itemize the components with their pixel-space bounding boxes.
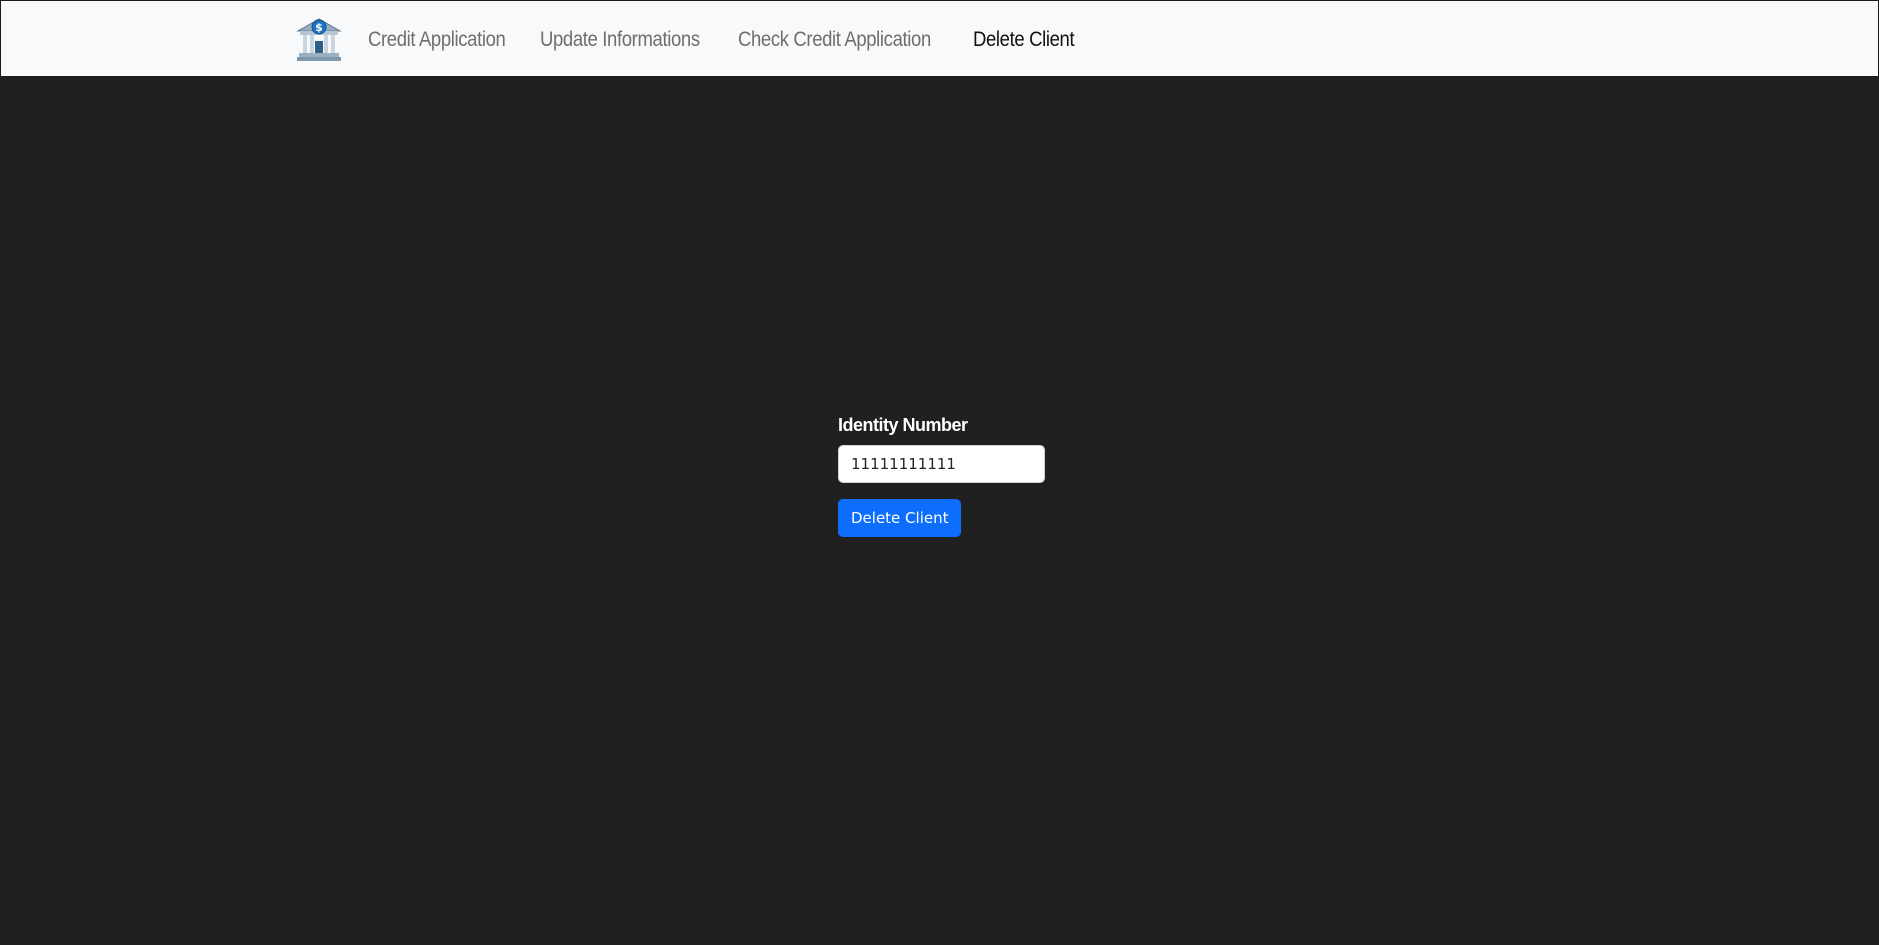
nav-link-credit-application[interactable]: Credit Application: [368, 28, 506, 52]
nav-link-delete-client[interactable]: Delete Client: [973, 28, 1075, 52]
nav-link-update-informations[interactable]: Update Informations: [540, 28, 700, 52]
bank-logo-icon[interactable]: $: [295, 16, 343, 64]
nav-links: Credit Application Update Informations C…: [368, 1, 1104, 78]
delete-client-form: Identity Number Delete Client: [838, 413, 1045, 537]
delete-client-button[interactable]: Delete Client: [838, 499, 962, 537]
svg-text:$: $: [315, 21, 323, 34]
identity-number-label: Identity Number: [838, 415, 968, 435]
top-navbar: $ Credit Application Update Informations…: [0, 0, 1879, 77]
nav-link-check-credit-application[interactable]: Check Credit Application: [738, 28, 931, 52]
identity-number-input[interactable]: [838, 445, 1045, 483]
